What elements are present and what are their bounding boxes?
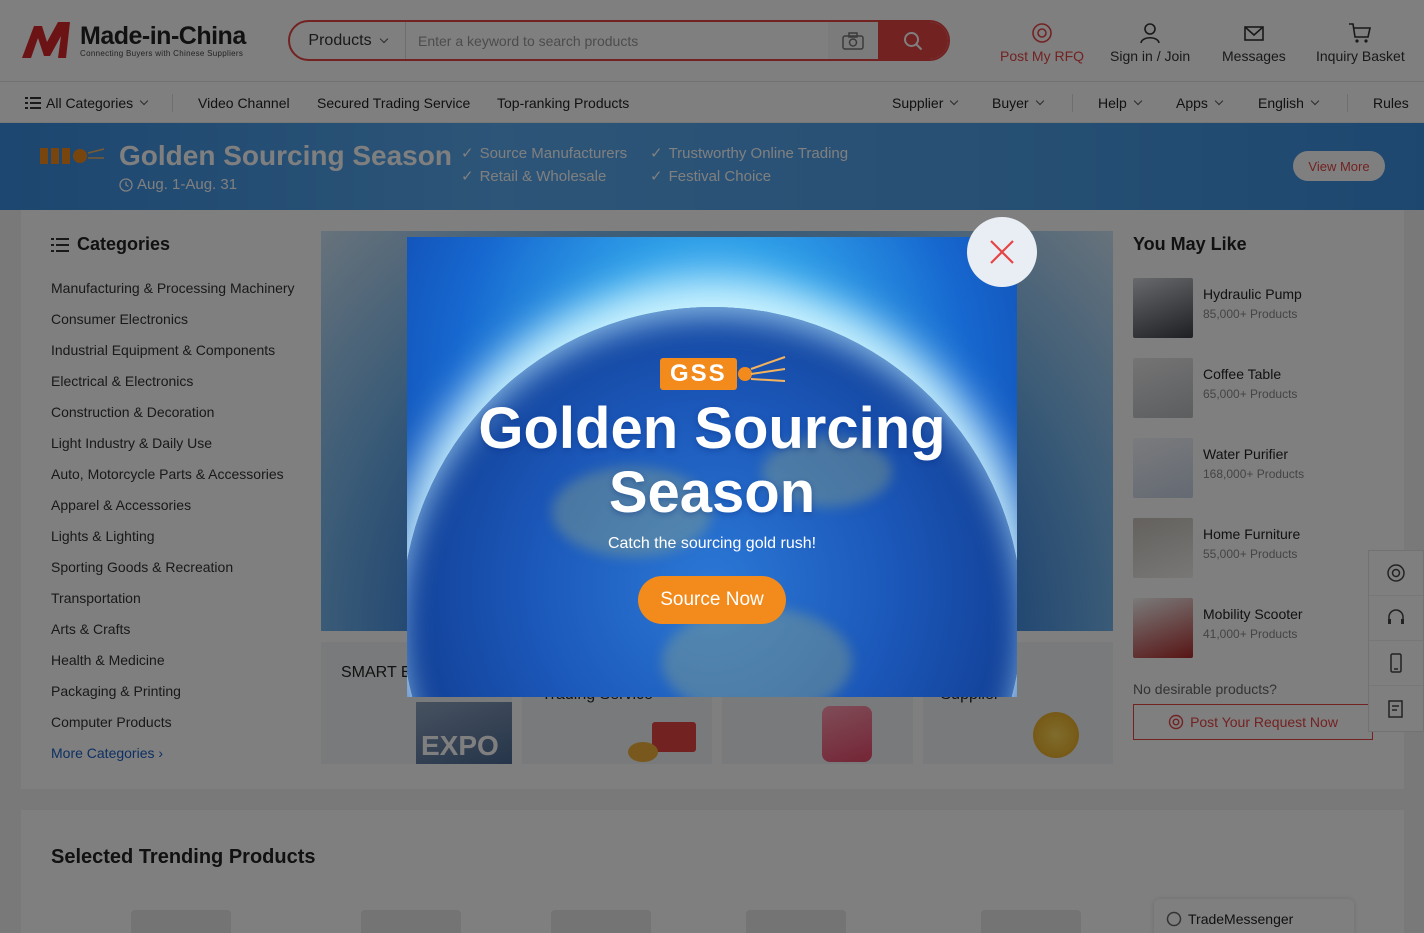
gss-badge: GSS — [660, 355, 787, 393]
modal-title: Golden Sourcing Season — [407, 397, 1017, 525]
gss-badge-text: GSS — [660, 358, 737, 390]
modal-subtitle: Catch the sourcing gold rush! — [607, 535, 817, 552]
close-icon — [990, 240, 1014, 264]
modal-title-line2: Season — [608, 460, 816, 525]
promo-modal: GSS Golden Sourcing Season Catch the sou… — [407, 237, 1017, 697]
source-now-button[interactable]: Source Now — [638, 576, 786, 624]
gss-swoosh-icon — [737, 356, 786, 382]
modal-title-line1: Golden Sourcing — [478, 396, 946, 461]
modal-close-button[interactable] — [967, 217, 1037, 287]
